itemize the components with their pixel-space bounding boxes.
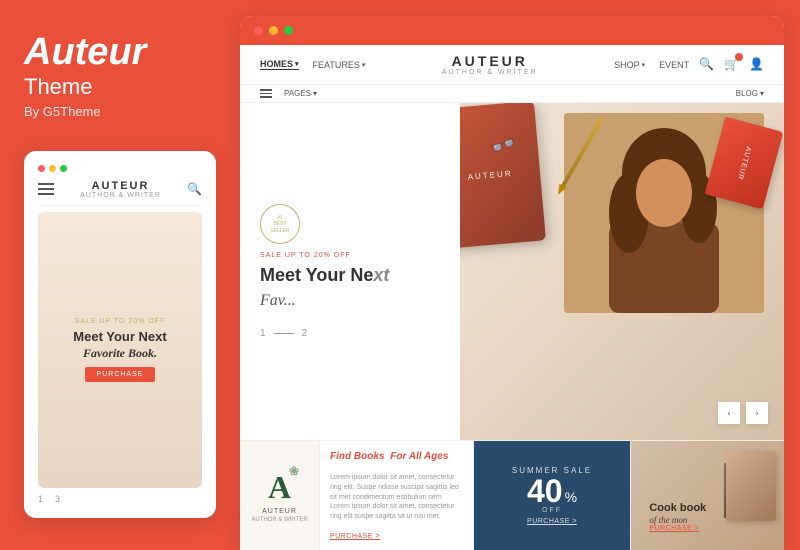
mobile-hero: SALE UP TO 20% OFF Meet Your Next Favori… bbox=[38, 212, 202, 488]
shop-dropdown-icon: ▾ bbox=[642, 61, 646, 69]
mobile-window-dots bbox=[38, 165, 202, 172]
hero-image: AUTEUR bbox=[460, 103, 784, 440]
mobile-pagination: 1 3 bbox=[38, 494, 202, 504]
card-logo-brand: AUTEUR bbox=[262, 508, 297, 515]
browser-chrome-bar bbox=[240, 16, 784, 45]
blog-dropdown-icon: ▾ bbox=[760, 89, 764, 98]
top-nav: HOMES ▾ FEATURES ▾ AUTEUR AUTHOR & WRITE… bbox=[240, 45, 784, 85]
search-icon[interactable]: 🔍 bbox=[699, 57, 714, 72]
hero-badge-text: SALE UP TO 20% OFF bbox=[260, 252, 440, 259]
find-books-title: Find Books For All Ages bbox=[330, 451, 463, 462]
browser-mockup: HOMES ▾ FEATURES ▾ AUTEUR AUTHOR & WRITE… bbox=[240, 16, 784, 550]
mobile-dot-green bbox=[60, 165, 67, 172]
summer-sale-card: SUMMER SALE 40 % OFF PURCHASE > bbox=[474, 441, 632, 550]
mobile-mockup: AUTEUR AUTHOR & WRITER 🔍 SALE UP TO 20% … bbox=[24, 151, 216, 518]
nav-shop[interactable]: SHOP ▾ bbox=[614, 60, 645, 70]
card-logo-tagline: AUTHOR & WRITER bbox=[251, 517, 307, 523]
mobile-hero-subtitle: Favorite Book. bbox=[83, 346, 157, 361]
logo-card: A ❀ AUTEUR AUTHOR & WRITER bbox=[240, 441, 320, 550]
browser-dot-red[interactable] bbox=[254, 26, 263, 35]
cookbook-card: Cook book of the mon PURCHASE > bbox=[631, 441, 784, 550]
summer-sup: % bbox=[565, 489, 577, 505]
mobile-purchase-button[interactable]: PURCHASE bbox=[85, 367, 156, 382]
book-main-visual: AUTEUR bbox=[460, 103, 546, 249]
nav-icons: 🔍 🛒 👤 bbox=[699, 57, 764, 72]
summer-percent-area: 40 % bbox=[527, 475, 577, 507]
browser-dot-yellow[interactable] bbox=[269, 26, 278, 35]
hero-main-title: Meet Your Next bbox=[260, 265, 440, 287]
hero-section: #1BESTSELLER SALE UP TO 20% OFF Meet You… bbox=[240, 103, 784, 440]
carousel-nav: ‹ › bbox=[718, 402, 768, 424]
bottom-cards: A ❀ AUTEUR AUTHOR & WRITER Find Books Fo… bbox=[240, 440, 784, 550]
mobile-search-icon[interactable]: 🔍 bbox=[187, 182, 202, 197]
cookbook-purchase-link[interactable]: PURCHASE > bbox=[649, 525, 766, 532]
nav-links-right: SHOP ▾ EVENT bbox=[614, 60, 689, 70]
mobile-header: AUTEUR AUTHOR & WRITER 🔍 bbox=[38, 180, 202, 206]
hamburger-icon bbox=[260, 89, 272, 98]
hero-pagination: 1 2 bbox=[260, 328, 440, 339]
cookbook-content: Cook book of the mon PURCHASE > bbox=[641, 451, 774, 540]
find-books-body: Lorem ipsum dolor sit amet, consectetur … bbox=[330, 473, 463, 522]
browser-dot-green[interactable] bbox=[284, 26, 293, 35]
mobile-hamburger-icon[interactable] bbox=[38, 183, 54, 195]
cookbook-subtitle: of the mon bbox=[649, 515, 766, 525]
cart-badge bbox=[735, 53, 743, 61]
nav-right-area: SHOP ▾ EVENT 🔍 🛒 👤 bbox=[614, 57, 764, 72]
mobile-brand: AUTEUR AUTHOR & WRITER bbox=[80, 180, 161, 199]
sec-nav-left: PAGES ▾ bbox=[260, 89, 317, 98]
nav-homes[interactable]: HOMES ▾ bbox=[260, 59, 299, 70]
hero-award: #1BESTSELLER bbox=[260, 204, 440, 244]
mobile-dot-red bbox=[38, 165, 45, 172]
carousel-prev-button[interactable]: ‹ bbox=[718, 402, 740, 424]
cookbook-title: Cook book bbox=[649, 502, 766, 515]
nav-event[interactable]: EVENT bbox=[659, 60, 689, 70]
find-books-card: Find Books For All Ages Lorem ipsum dolo… bbox=[320, 441, 474, 550]
site-logo: AUTEUR AUTHOR & WRITER bbox=[442, 53, 538, 76]
summer-percent: 40 bbox=[527, 475, 563, 507]
features-dropdown-icon: ▾ bbox=[362, 61, 366, 69]
hero-content: #1BESTSELLER SALE UP TO 20% OFF Meet You… bbox=[240, 103, 460, 440]
sec-nav-right: BLOG ▾ bbox=[736, 89, 764, 98]
homes-dropdown-icon: ▾ bbox=[295, 60, 299, 68]
nav-blog[interactable]: BLOG ▾ bbox=[736, 89, 764, 98]
website-content: HOMES ▾ FEATURES ▾ AUTEUR AUTHOR & WRITE… bbox=[240, 45, 784, 550]
mobile-hero-badge: SALE UP TO 20% OFF bbox=[75, 318, 166, 325]
brand-subtitle: Theme bbox=[24, 74, 216, 100]
pagination-separator bbox=[274, 333, 294, 334]
left-panel: Auteur Theme By G5Theme AUTEUR AUTHOR & … bbox=[0, 0, 240, 550]
find-books-link[interactable]: PURCHASE > bbox=[330, 533, 463, 540]
hamburger-menu-icon[interactable] bbox=[260, 89, 272, 98]
card-logo: A ❀ AUTEUR AUTHOR & WRITER bbox=[251, 469, 307, 523]
nav-links-left: HOMES ▾ FEATURES ▾ bbox=[260, 59, 365, 70]
mobile-dot-yellow bbox=[49, 165, 56, 172]
brand-title: Auteur bbox=[24, 32, 216, 74]
logo-flower-icon: ❀ bbox=[289, 464, 299, 479]
summer-off-label: OFF bbox=[542, 507, 562, 514]
cart-icon[interactable]: 🛒 bbox=[724, 57, 739, 72]
mobile-hero-title: Meet Your Next bbox=[73, 329, 166, 346]
carousel-next-button[interactable]: › bbox=[746, 402, 768, 424]
nav-pages[interactable]: PAGES ▾ bbox=[284, 89, 317, 98]
user-icon[interactable]: 👤 bbox=[749, 57, 764, 72]
award-circle: #1BESTSELLER bbox=[260, 204, 300, 244]
pages-dropdown-icon: ▾ bbox=[313, 89, 317, 98]
logo-letter: A ❀ bbox=[268, 469, 291, 506]
hero-subtitle: Fav... bbox=[260, 291, 440, 312]
summer-purchase-link[interactable]: PURCHASE > bbox=[527, 518, 577, 525]
brand-by: By G5Theme bbox=[24, 104, 216, 119]
secondary-nav: PAGES ▾ BLOG ▾ bbox=[240, 85, 784, 103]
find-books-title-italic: For All Ages bbox=[390, 451, 448, 462]
nav-features[interactable]: FEATURES ▾ bbox=[313, 59, 366, 70]
